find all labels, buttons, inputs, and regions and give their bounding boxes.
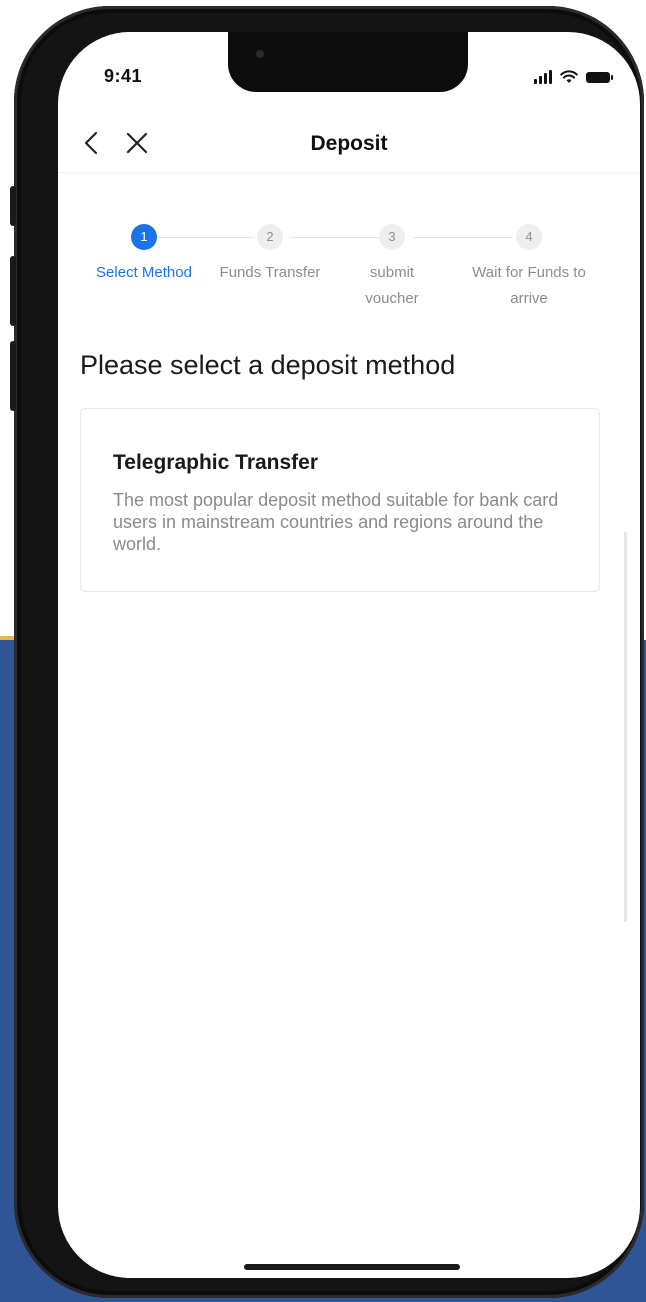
method-description: The most popular deposit method suitable… [113, 490, 559, 554]
step-number: 1 [131, 224, 157, 250]
step-funds-transfer: 2 Funds Transfer [200, 202, 340, 286]
step-select-method: 1 Select Method [74, 202, 214, 286]
deposit-stepper: 1 Select Method 2 Funds Transfer 3 submi… [58, 202, 640, 312]
volume-up-button [10, 256, 16, 326]
status-time: 9:41 [104, 66, 143, 86]
method-title: Telegraphic Transfer [113, 451, 319, 474]
step-label: Select Method [96, 264, 192, 281]
status-icons [534, 66, 613, 84]
step-label: Wait for Funds to arrive [472, 264, 586, 307]
step-label: Funds Transfer [219, 264, 321, 281]
scrollbar[interactable] [624, 532, 627, 922]
battery-icon [586, 72, 613, 83]
step-submit-voucher: 3 submit voucher [322, 202, 462, 312]
step-number: 2 [257, 224, 283, 250]
home-indicator [244, 1264, 460, 1270]
volume-down-button [10, 341, 16, 411]
page-title: Deposit [310, 132, 388, 155]
step-number: 3 [379, 224, 405, 250]
wifi-icon [560, 70, 578, 83]
cellular-signal-icon [534, 70, 552, 84]
phone-frame: 9:41 Deposit 1 Select Method 2 Funds Tra… [10, 6, 644, 1298]
front-camera [256, 50, 264, 58]
mute-switch [10, 186, 16, 226]
phone-screen: 9:41 Deposit 1 Select Method 2 Funds Tra… [58, 32, 640, 1278]
section-title: Please select a deposit method [80, 350, 456, 380]
step-number: 4 [516, 224, 542, 250]
step-label: submit voucher [365, 264, 419, 307]
notch [228, 32, 468, 92]
step-wait-for-funds: 4 Wait for Funds to arrive [454, 202, 604, 312]
deposit-method-card[interactable]: Telegraphic Transfer The most popular de… [80, 408, 600, 592]
nav-bar: Deposit [58, 116, 640, 173]
